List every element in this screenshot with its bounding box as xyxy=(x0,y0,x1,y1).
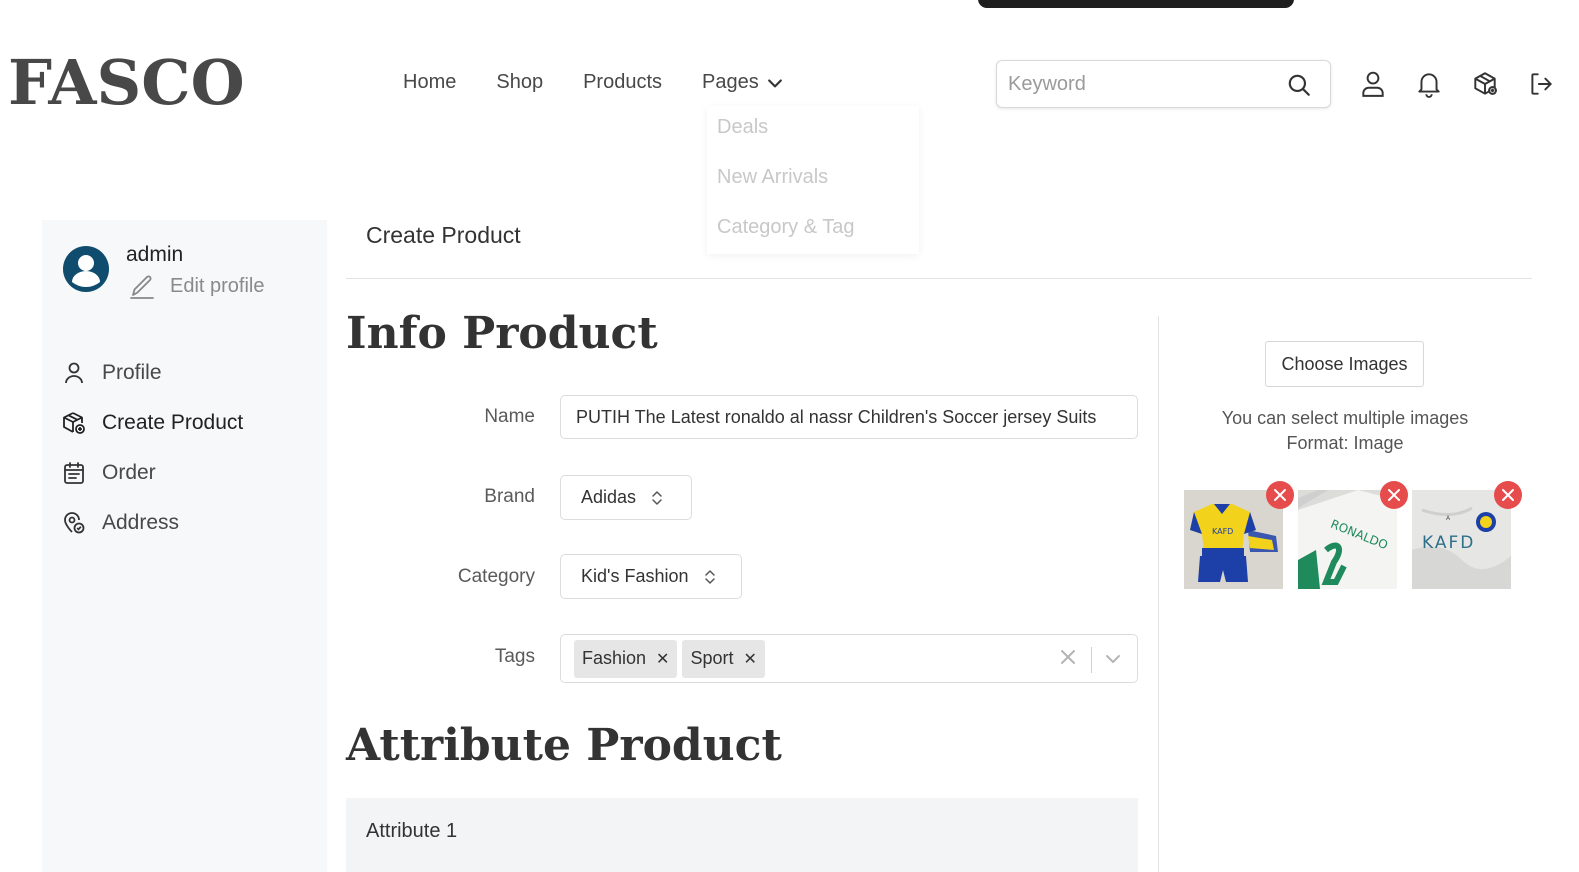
brand-select-value: Adidas xyxy=(581,487,637,507)
account-sidebar: admin Edit profile Profile Create Produc… xyxy=(42,220,327,872)
svg-text:KAFD: KAFD xyxy=(1212,527,1233,536)
calendar-list-icon xyxy=(64,462,84,484)
tag-chip-label: Fashion xyxy=(582,648,647,668)
sidebar-item-address[interactable]: Address xyxy=(62,498,243,548)
brand-label: Brand xyxy=(484,486,535,507)
attribute-product-heading: Attribute Product xyxy=(346,720,782,771)
white-ronaldo-jersey-image: RONALDO xyxy=(1298,490,1397,589)
tag-chip: Sport ✕ xyxy=(682,639,765,678)
sidebar-item-label: Order xyxy=(102,461,156,484)
remove-image-button[interactable] xyxy=(1380,481,1408,509)
select-separator xyxy=(1091,647,1092,673)
location-icon xyxy=(64,512,85,534)
close-icon xyxy=(1274,489,1286,501)
tag-remove-icon[interactable]: ✕ xyxy=(743,649,756,669)
search-icon[interactable] xyxy=(1286,72,1312,98)
username: admin xyxy=(126,243,184,266)
attribute-panel: Attribute 1 xyxy=(346,798,1138,872)
chevron-down-icon xyxy=(767,78,782,87)
tag-chip-label: Sport xyxy=(690,648,734,668)
user-icon xyxy=(65,362,83,384)
image-thumbnail[interactable]: RONALDO xyxy=(1298,481,1408,589)
box-icon[interactable] xyxy=(1472,70,1498,98)
user-icon[interactable] xyxy=(1360,70,1386,98)
choose-images-button[interactable]: Choose Images xyxy=(1265,341,1424,387)
image-upload-note: You can select multiple images Format: I… xyxy=(1184,406,1506,456)
tags-multiselect[interactable]: Fashion ✕ Sport ✕ xyxy=(560,634,1138,683)
top-notch-bar xyxy=(978,0,1294,8)
image-thumbnail[interactable]: KAFD A xyxy=(1412,481,1522,589)
search-box xyxy=(996,60,1331,108)
clear-icon[interactable] xyxy=(1059,648,1077,666)
sidebar-item-create-product[interactable]: Create Product xyxy=(62,398,243,448)
product-name-value: PUTIH The Latest ronaldo al nassr Childr… xyxy=(576,406,1097,427)
info-product-heading: Info Product xyxy=(346,308,658,359)
category-select[interactable]: Kid's Fashion xyxy=(560,554,742,599)
product-name-field[interactable]: PUTIH The Latest ronaldo al nassr Childr… xyxy=(560,395,1138,439)
close-icon xyxy=(1388,489,1400,501)
header-actions xyxy=(1360,70,1554,98)
dropdown-item-new-arrivals[interactable]: New Arrivals xyxy=(707,162,919,212)
header-divider xyxy=(346,278,1532,279)
yellow-blue-jersey-image: KAFD xyxy=(1184,490,1283,589)
close-icon xyxy=(1502,489,1514,501)
sidebar-item-order[interactable]: Order xyxy=(62,448,243,498)
package-plus-icon xyxy=(63,412,85,434)
svg-text:KAFD: KAFD xyxy=(1422,533,1475,553)
bell-icon[interactable] xyxy=(1416,70,1442,98)
nav-home[interactable]: Home xyxy=(403,71,456,94)
avatar[interactable] xyxy=(63,246,109,292)
chevron-down-icon[interactable] xyxy=(1103,649,1123,669)
tag-chip: Fashion ✕ xyxy=(574,639,678,678)
sidebar-item-label: Profile xyxy=(102,361,162,384)
remove-image-button[interactable] xyxy=(1266,481,1294,509)
column-divider xyxy=(1158,316,1159,872)
tags-label: Tags xyxy=(494,646,535,667)
edit-profile-label: Edit profile xyxy=(170,274,265,297)
site-logo[interactable]: FASCO xyxy=(8,46,245,119)
name-label: Name xyxy=(484,406,535,427)
tag-remove-icon[interactable]: ✕ xyxy=(656,649,669,669)
category-select-value: Kid's Fashion xyxy=(581,566,689,586)
image-note-line-2: Format: Image xyxy=(1286,433,1404,453)
attribute-title[interactable]: Attribute 1 xyxy=(366,820,457,843)
image-thumbnail[interactable]: KAFD xyxy=(1184,481,1294,589)
pages-dropdown-menu: Deals New Arrivals Category & Tag xyxy=(707,106,919,254)
chevron-up-down-icon xyxy=(652,490,662,505)
sidebar-menu: Profile Create Product Order Address xyxy=(62,348,243,548)
nav-pages[interactable]: Pages xyxy=(702,71,785,94)
pencil-icon xyxy=(130,275,154,299)
remove-image-button[interactable] xyxy=(1494,481,1522,509)
sidebar-item-label: Create Product xyxy=(102,411,244,434)
image-note-line-1: You can select multiple images xyxy=(1221,408,1469,428)
chevron-up-down-icon xyxy=(704,569,715,584)
edit-profile-link[interactable]: Edit profile xyxy=(128,272,265,300)
dropdown-item-deals[interactable]: Deals xyxy=(707,112,919,162)
logout-icon[interactable] xyxy=(1528,70,1554,98)
white-kafd-jersey-image: KAFD A xyxy=(1412,490,1511,589)
category-label: Category xyxy=(457,566,535,587)
sidebar-item-label: Address xyxy=(102,511,180,534)
nav-pages-label: Pages xyxy=(702,71,759,93)
sidebar-item-profile[interactable]: Profile xyxy=(62,348,243,398)
page-title: Create Product xyxy=(366,222,521,248)
main-nav: Home Shop Products Pages xyxy=(403,71,785,94)
nav-products[interactable]: Products xyxy=(583,71,662,94)
image-thumbnails: KAFD RONALDO KAFD A xyxy=(1184,481,1522,589)
brand-select[interactable]: Adidas xyxy=(560,475,692,520)
nav-shop[interactable]: Shop xyxy=(496,71,543,94)
dropdown-item-category-tag[interactable]: Category & Tag xyxy=(707,212,919,262)
search-input[interactable] xyxy=(997,72,1267,96)
